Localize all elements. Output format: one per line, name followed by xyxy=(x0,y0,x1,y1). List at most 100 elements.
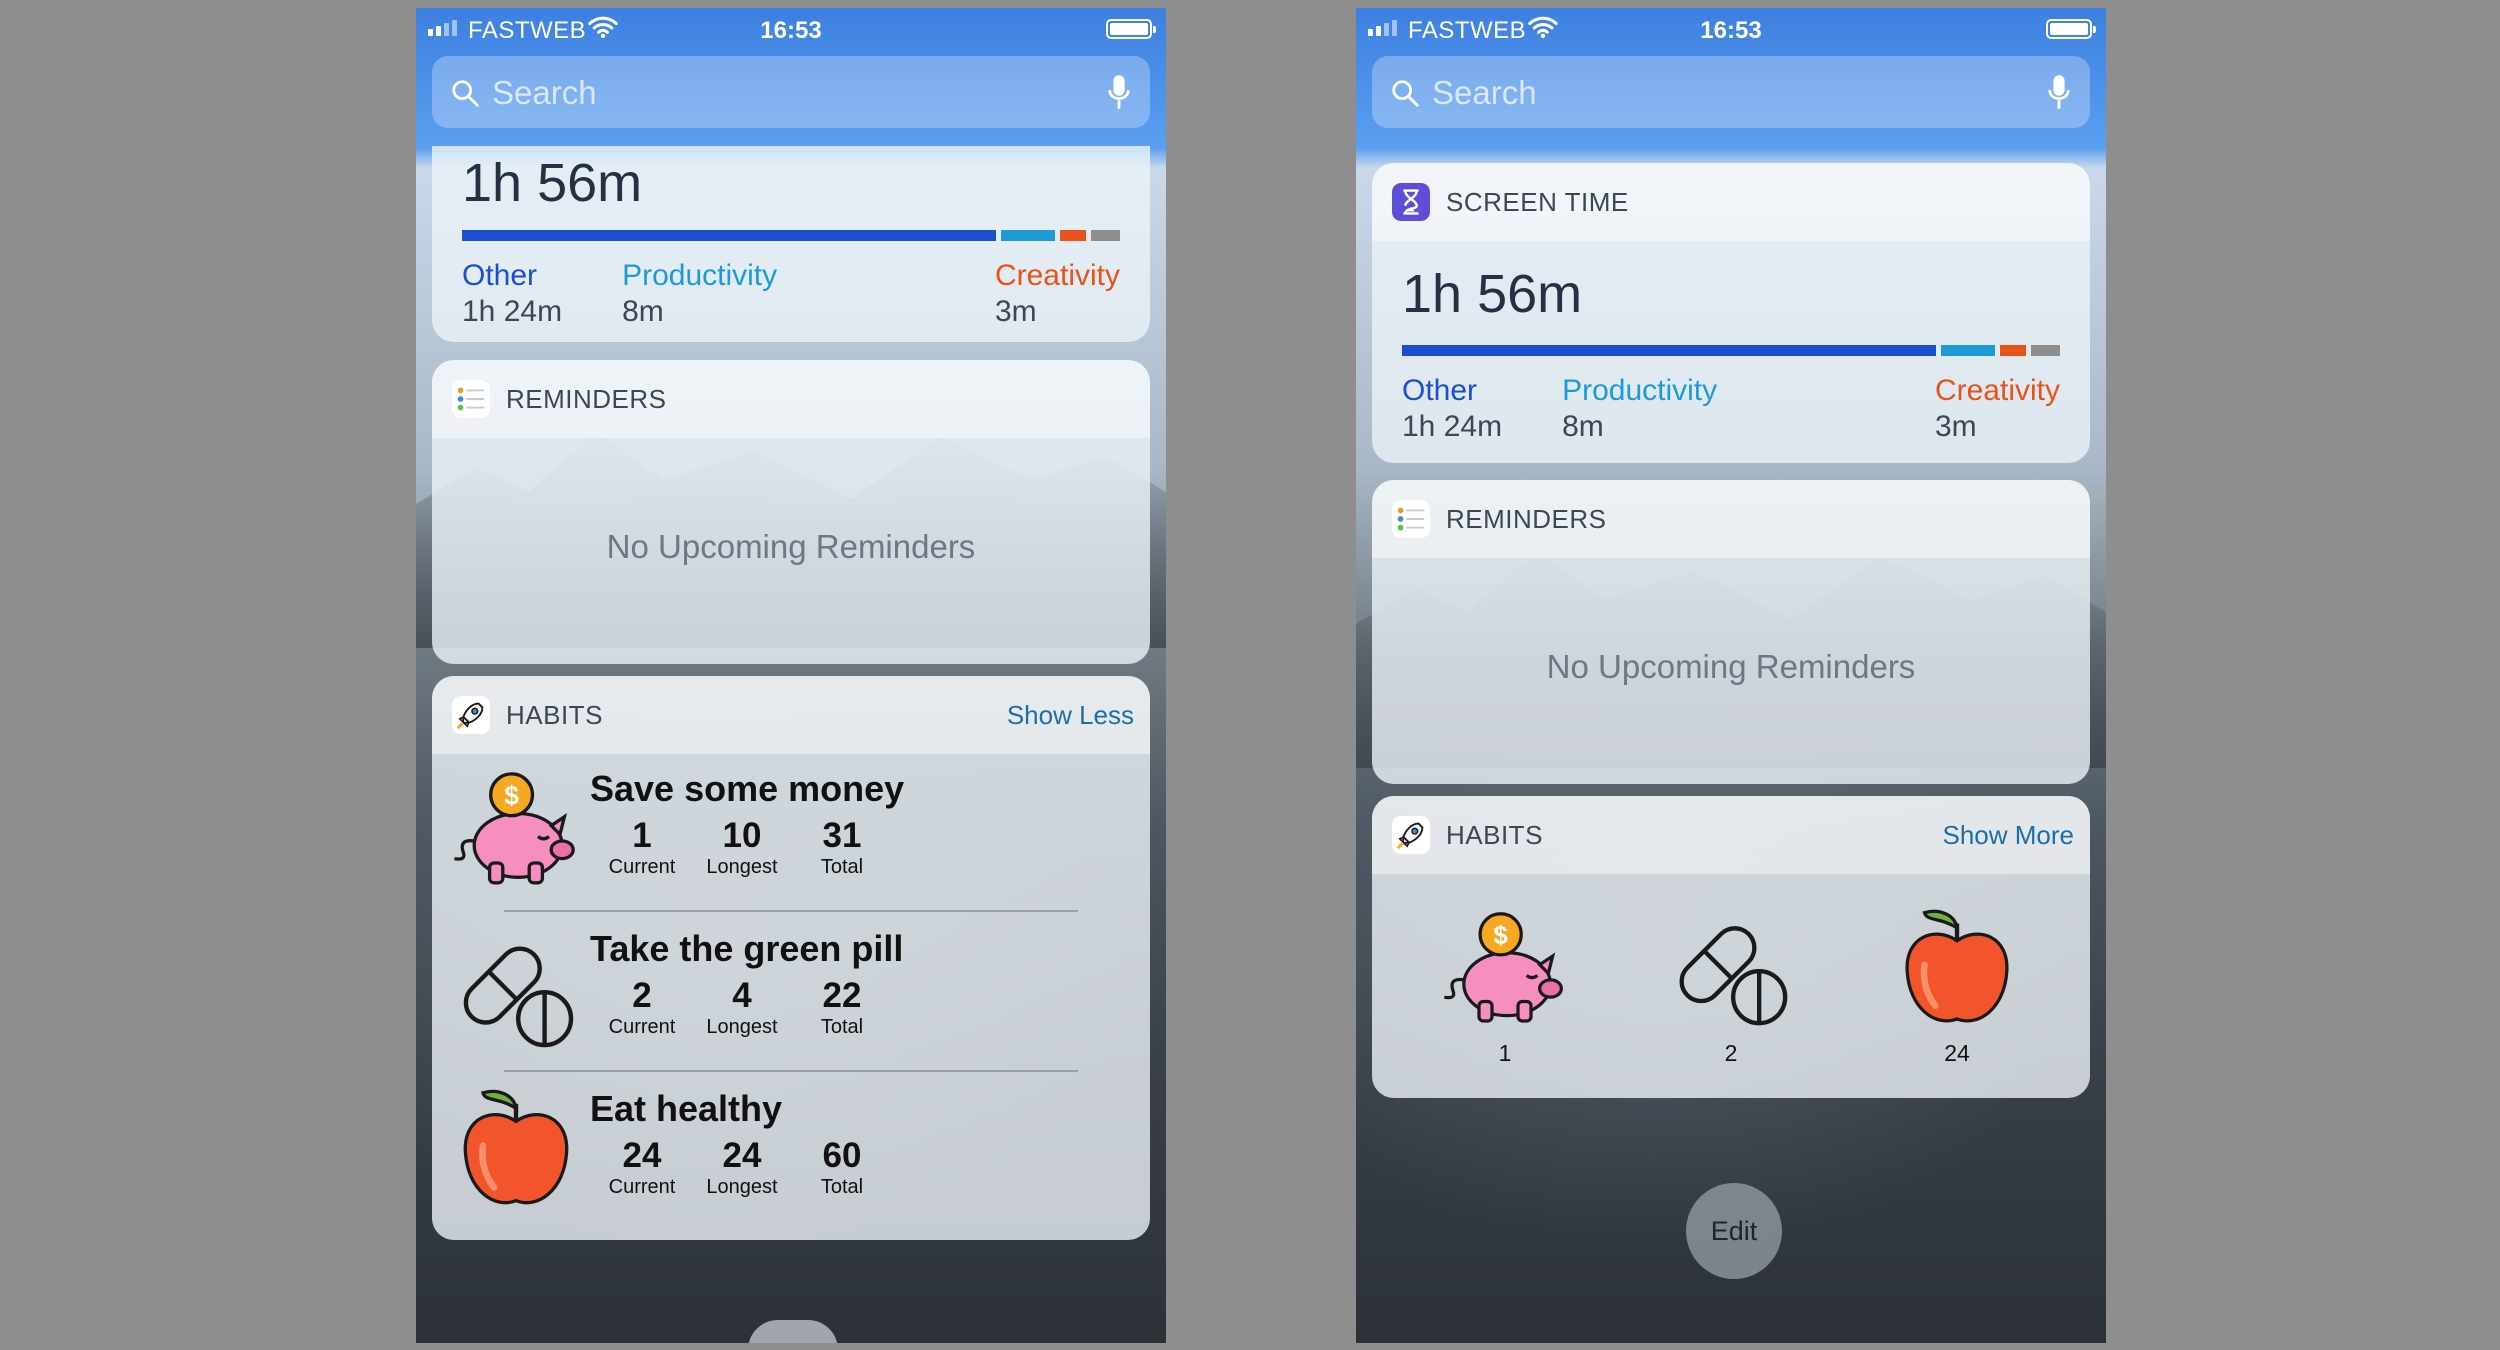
category-productivity: Productivity 8m xyxy=(1562,373,1717,445)
habits-widget[interactable]: HABITS Show More 1 2 24 xyxy=(1372,796,2090,1098)
pill-icon xyxy=(1666,904,1796,1034)
bar-segment-productivity xyxy=(1000,230,1056,241)
habits-compact-list: 1 2 24 xyxy=(1372,874,2090,1098)
stat-label: Current xyxy=(608,856,676,878)
category-value: 1h 24m xyxy=(1402,410,1503,443)
bar-segment-creativity xyxy=(2000,345,2027,356)
show-more-button[interactable]: Show More xyxy=(1943,820,2075,851)
stat-value: 10 xyxy=(722,816,762,855)
stat-value: 2 xyxy=(632,976,652,1015)
habit-row-healthy[interactable]: Eat healthy 24 Current 24 Longest 60 Total xyxy=(432,1074,1150,1234)
screen-time-clip: 1h 56m Other 1h 24m Productivity 8m Creati… xyxy=(416,146,1166,342)
category-creativity: Creativity 3m xyxy=(995,258,1120,330)
category-value: 3m xyxy=(994,295,1037,328)
habit-name: Eat healthy xyxy=(590,1088,783,1129)
category-name: Productivity xyxy=(1562,374,1718,407)
reminders-app-icon xyxy=(1392,500,1430,538)
habit-stats: 24 Current 24 Longest 60 Total xyxy=(592,1136,892,1199)
apple-icon xyxy=(450,1084,582,1216)
stat-value: 31 xyxy=(822,816,862,855)
phone-screen-left: FASTWEB 16:53 Search 1h 56m Other 1h 24m … xyxy=(416,8,1166,1343)
rocket-app-icon xyxy=(1392,816,1430,854)
search-placeholder[interactable]: Search xyxy=(492,74,597,112)
microphone-icon[interactable] xyxy=(1106,72,1132,112)
screen-time-bar xyxy=(1402,345,2060,356)
category-productivity: Productivity 8m xyxy=(622,258,777,330)
stat-label: Total xyxy=(820,856,864,878)
rocket-app-icon xyxy=(452,696,490,734)
habits-header: HABITS Show Less xyxy=(432,676,1150,754)
pill-icon xyxy=(450,924,582,1056)
battery-icon xyxy=(1106,19,1156,39)
category-other: Other 1h 24m xyxy=(462,258,562,330)
stat-current: 2 Current xyxy=(592,976,692,1039)
status-bar: FASTWEB 16:53 xyxy=(416,8,1166,52)
reminders-title: REMINDERS xyxy=(506,384,667,414)
battery-icon xyxy=(2046,19,2096,39)
habits-title: HABITS xyxy=(1446,820,1543,850)
stat-label: Total xyxy=(820,1176,864,1198)
status-time: 16:53 xyxy=(1700,17,1762,44)
category-value: 1h 24m xyxy=(462,295,563,328)
habit-compact-money[interactable]: 1 xyxy=(1430,904,1580,1067)
search-placeholder[interactable]: Search xyxy=(1432,74,1537,112)
screen-time-categories: Other 1h 24m Productivity 8m Creativity 3m xyxy=(1402,373,2060,445)
habit-row-pill[interactable]: Take the green pill 2 Current 4 Longest 22… xyxy=(432,914,1150,1074)
reminders-header: REMINDERS xyxy=(432,360,1150,438)
status-time: 16:53 xyxy=(760,17,822,44)
stat-label: Longest xyxy=(706,1016,778,1038)
screen-time-total: 1h 56m xyxy=(462,153,643,213)
habit-count: 1 xyxy=(1498,1040,1512,1066)
stat-value: 22 xyxy=(822,976,862,1015)
bar-segment-other xyxy=(1402,345,1936,356)
screen-time-widget[interactable]: 1h 56m Other 1h 24m Productivity 8m Creati… xyxy=(432,146,1150,342)
habit-compact-pill[interactable]: 2 xyxy=(1656,904,1806,1067)
stat-current: 24 Current xyxy=(592,1136,692,1199)
reminders-widget[interactable]: REMINDERS No Upcoming Reminders xyxy=(1372,480,2090,784)
stat-longest: 10 Longest xyxy=(692,816,792,879)
habit-compact-healthy[interactable]: 24 xyxy=(1882,904,2032,1067)
reminders-empty-text: No Upcoming Reminders xyxy=(1546,648,1916,685)
stat-total: 60 Total xyxy=(792,1136,892,1199)
bar-segment-remaining xyxy=(2031,345,2060,356)
category-value: 3m xyxy=(1934,410,1977,443)
apple-icon xyxy=(1892,904,2022,1034)
search-icon xyxy=(1390,78,1420,108)
stat-label: Longest xyxy=(706,1176,778,1198)
reminders-widget[interactable]: REMINDERS No Upcoming Reminders xyxy=(432,360,1150,664)
screen-time-categories: Other 1h 24m Productivity 8m Creativity 3m xyxy=(462,258,1120,330)
reminders-title: REMINDERS xyxy=(1446,504,1607,534)
habit-name: Save some money xyxy=(590,768,905,809)
piggy-bank-icon xyxy=(450,764,582,896)
habits-widget[interactable]: HABITS Show Less Save some money 1 Curren… xyxy=(432,676,1150,1240)
category-creativity: Creativity 3m xyxy=(1935,373,2060,445)
stat-current: 1 Current xyxy=(592,816,692,879)
category-name: Creativity xyxy=(1934,374,2060,407)
microphone-icon[interactable] xyxy=(2046,72,2072,112)
stat-value: 24 xyxy=(722,1136,762,1175)
habit-divider xyxy=(504,1070,1078,1072)
habit-stats: 2 Current 4 Longest 22 Total xyxy=(592,976,892,1039)
category-name: Other xyxy=(1402,374,1478,407)
search-bar[interactable]: Search xyxy=(432,56,1150,128)
bar-segment-remaining xyxy=(1091,230,1120,241)
habit-stats: 1 Current 10 Longest 31 Total xyxy=(592,816,892,879)
habit-row-money[interactable]: Save some money 1 Current 10 Longest 31 Tot… xyxy=(432,754,1150,914)
search-bar[interactable]: Search xyxy=(1372,56,2090,128)
piggy-bank-icon xyxy=(1440,904,1570,1034)
phone-screen-right: FASTWEB 16:53 Search SCREEN TIME 1h 56m … xyxy=(1356,8,2106,1343)
screen-time-widget[interactable]: SCREEN TIME 1h 56m Other 1h 24m Productiv… xyxy=(1372,163,2090,463)
stat-value: 1 xyxy=(632,816,652,855)
screen-time-header: SCREEN TIME xyxy=(1372,163,2090,241)
stat-value: 4 xyxy=(732,976,752,1015)
status-bar: FASTWEB 16:53 xyxy=(1356,8,2106,52)
stat-total: 31 Total xyxy=(792,816,892,879)
habits-title: HABITS xyxy=(506,700,603,730)
category-name: Creativity xyxy=(994,259,1120,292)
stat-label: Current xyxy=(608,1176,676,1198)
show-less-button[interactable]: Show Less xyxy=(1007,700,1134,731)
stat-longest: 24 Longest xyxy=(692,1136,792,1199)
stat-value: 24 xyxy=(622,1136,662,1175)
hourglass-icon xyxy=(1392,183,1430,221)
edit-button[interactable]: Edit xyxy=(1686,1183,1782,1279)
